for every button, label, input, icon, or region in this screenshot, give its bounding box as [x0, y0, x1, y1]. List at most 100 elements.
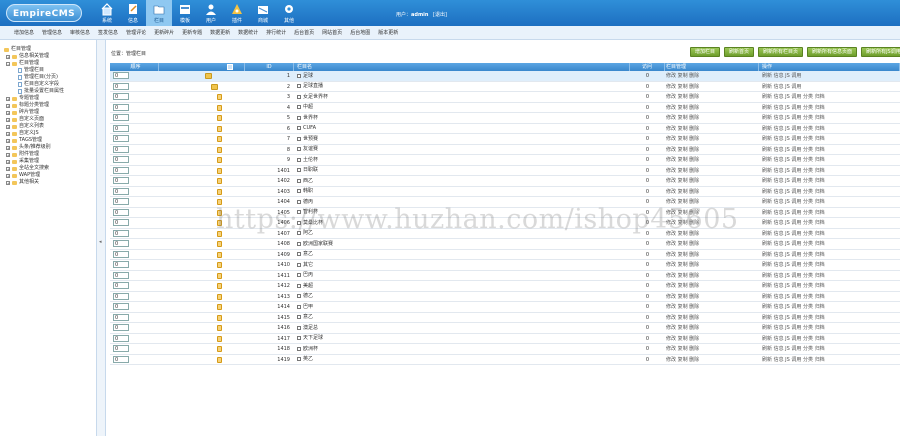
order-input[interactable]: 0: [113, 82, 129, 90]
table-row[interactable]: 0 7 世预赛 0 修改 复制 删除 刷新 信息 JS 调用 分类 归档: [110, 134, 900, 145]
table-row[interactable]: 0 4 中超 0 修改 复制 删除 刷新 信息 JS 调用 分类 归档: [110, 103, 900, 113]
table-row[interactable]: 0 1402 西乙 0 修改 复制 删除 刷新 信息 JS 调用 分类 归档: [110, 176, 900, 187]
column-name-link[interactable]: 世界杯: [303, 113, 318, 123]
file-icon[interactable]: [217, 94, 222, 100]
sidebar-item[interactable]: + 采集管理: [4, 158, 96, 165]
file-icon[interactable]: [217, 167, 222, 174]
column-name-link[interactable]: 澳足总: [303, 323, 318, 333]
table-row[interactable]: 0 1404 德丙 0 修改 复制 删除 刷新 信息 JS 调用 分类 归档: [110, 197, 900, 208]
operation-links[interactable]: 刷新 信息 JS 调用 分类 归档: [759, 218, 900, 228]
expand-icon[interactable]: +: [6, 54, 10, 59]
sidebar-item[interactable]: + 附件管理: [4, 151, 96, 158]
operation-links[interactable]: 刷新 信息 JS 调用 分类 归档: [759, 92, 900, 102]
table-row[interactable]: 0 1407 阿乙 0 修改 复制 删除 刷新 信息 JS 调用 分类 归档: [110, 229, 900, 239]
sidebar-item[interactable]: + 头条/推荐级别: [4, 144, 96, 151]
row-checkbox[interactable]: [297, 231, 301, 236]
row-checkbox[interactable]: [297, 252, 301, 257]
subnav-link[interactable]: 管理信息: [42, 29, 62, 36]
sidebar-item[interactable]: + 自定义页面: [4, 116, 96, 123]
column-name-link[interactable]: 世预赛: [303, 134, 318, 144]
sidebar-item[interactable]: + 专题管理: [4, 95, 96, 102]
operation-links[interactable]: 刷新 信息 JS 调用 分类 归档: [759, 166, 900, 176]
manage-links[interactable]: 修改 复制 删除: [665, 281, 759, 291]
operation-links[interactable]: 刷新 信息 JS 调用 分类 归档: [759, 134, 900, 144]
file-icon[interactable]: [217, 314, 222, 321]
table-row[interactable]: 0 1409 意乙 0 修改 复制 删除 刷新 信息 JS 调用 分类 归档: [110, 249, 900, 260]
operation-links[interactable]: 刷新 信息 JS 调用: [759, 82, 900, 92]
operation-links[interactable]: 刷新 信息 JS 调用 分类 归档: [759, 281, 900, 291]
manage-links[interactable]: 修改 复制 删除: [665, 292, 759, 302]
row-checkbox[interactable]: [297, 241, 301, 246]
manage-links[interactable]: 修改 复制 删除: [665, 239, 759, 249]
column-name-link[interactable]: CUFA: [303, 123, 316, 133]
row-checkbox[interactable]: [297, 283, 301, 288]
table-row[interactable]: 0 1412 美超 0 修改 复制 删除 刷新 信息 JS 调用 分类 归档: [110, 281, 900, 292]
manage-links[interactable]: 修改 复制 删除: [665, 229, 759, 239]
order-input[interactable]: 0: [113, 156, 129, 163]
expand-icon[interactable]: +: [6, 131, 10, 136]
row-checkbox[interactable]: [297, 210, 301, 215]
sidebar-item[interactable]: + WAP管理: [4, 172, 96, 179]
file-icon[interactable]: [217, 157, 222, 163]
table-row[interactable]: 0 1413 德乙 0 修改 复制 删除 刷新 信息 JS 调用 分类 归档: [110, 292, 900, 302]
table-row[interactable]: 0 1410 其它 0 修改 复制 删除 刷新 信息 JS 调用 分类 归档: [110, 260, 900, 271]
operation-links[interactable]: 刷新 信息 JS 调用 分类 归档: [759, 313, 900, 323]
row-checkbox[interactable]: [297, 315, 301, 320]
expand-icon[interactable]: +: [6, 159, 10, 164]
operation-links[interactable]: 刷新 信息 JS 调用 分类 归档: [759, 334, 900, 344]
file-icon[interactable]: [217, 178, 222, 184]
row-checkbox[interactable]: [297, 273, 301, 278]
order-input[interactable]: 0: [113, 166, 129, 174]
operation-links[interactable]: 刷新 信息 JS 调用 分类 归档: [759, 355, 900, 365]
nav-item[interactable]: 商城: [250, 0, 276, 26]
table-row[interactable]: 0 1405 智利杯 0 修改 复制 删除 刷新 信息 JS 调用 分类 归档: [110, 208, 900, 218]
expand-icon[interactable]: +: [6, 145, 10, 150]
file-icon[interactable]: [217, 146, 222, 153]
operation-links[interactable]: 刷新 信息 JS 调用 分类 归档: [759, 155, 900, 165]
file-icon[interactable]: [217, 241, 222, 247]
table-row[interactable]: 0 2 足球直播 0 修改 复制 删除 刷新 信息 JS 调用: [110, 82, 900, 92]
nav-item[interactable]: 模板: [172, 0, 198, 26]
manage-links[interactable]: 修改 复制 删除: [665, 71, 759, 81]
folder-icon[interactable]: [205, 73, 212, 79]
operation-links[interactable]: 刷新 信息 JS 调用 分类 归档: [759, 124, 900, 134]
subnav-link[interactable]: 排行统计: [266, 29, 286, 36]
file-icon[interactable]: [217, 230, 222, 237]
table-row[interactable]: 0 1408 欧洲国家联赛 0 修改 复制 删除 刷新 信息 JS 调用 分类 归档: [110, 239, 900, 250]
column-name-link[interactable]: 韩职: [303, 186, 313, 196]
row-checkbox[interactable]: [297, 136, 301, 141]
table-row[interactable]: 0 1414 巴甲 0 修改 复制 删除 刷新 信息 JS 调用 分类 归档: [110, 302, 900, 313]
nav-item[interactable]: 信息: [120, 0, 146, 26]
table-row[interactable]: 0 8 友谊赛 0 修改 复制 删除 刷新 信息 JS 调用 分类 归档: [110, 145, 900, 155]
column-name-link[interactable]: 莫桑比杯: [303, 218, 323, 228]
manage-links[interactable]: 修改 复制 删除: [665, 334, 759, 344]
file-icon[interactable]: [217, 335, 222, 342]
sidebar-item[interactable]: + 自定义列表: [4, 123, 96, 130]
row-checkbox[interactable]: [297, 262, 301, 267]
action-button[interactable]: 增加栏目: [690, 47, 721, 57]
order-input[interactable]: 0: [113, 282, 129, 289]
manage-links[interactable]: 修改 复制 删除: [665, 250, 759, 260]
file-icon[interactable]: [217, 325, 222, 331]
column-name-link[interactable]: 女足世界杯: [303, 92, 328, 102]
expand-icon[interactable]: +: [6, 110, 10, 115]
file-icon[interactable]: [217, 136, 222, 142]
operation-links[interactable]: 刷新 信息 JS 调用 分类 归档: [759, 292, 900, 302]
column-name-link[interactable]: 意乙: [303, 249, 313, 259]
row-checkbox[interactable]: [297, 126, 301, 131]
order-input[interactable]: 0: [113, 198, 129, 205]
expand-icon[interactable]: +: [6, 173, 10, 178]
file-icon[interactable]: [217, 304, 222, 310]
folder-icon[interactable]: [211, 83, 218, 90]
nav-item[interactable]: 插件: [224, 0, 250, 26]
row-checkbox[interactable]: [297, 189, 301, 194]
logout-link[interactable]: [退出]: [433, 12, 447, 18]
subnav-link[interactable]: 后台地图: [350, 29, 370, 36]
subnav-link[interactable]: 更新碎片: [154, 29, 174, 36]
column-name-link[interactable]: 天下足球: [303, 333, 323, 343]
order-input[interactable]: 0: [113, 313, 129, 321]
column-name-link[interactable]: 足球: [303, 71, 313, 81]
file-icon[interactable]: [217, 188, 222, 195]
file-icon[interactable]: [217, 346, 222, 352]
expand-icon[interactable]: +: [6, 152, 10, 157]
